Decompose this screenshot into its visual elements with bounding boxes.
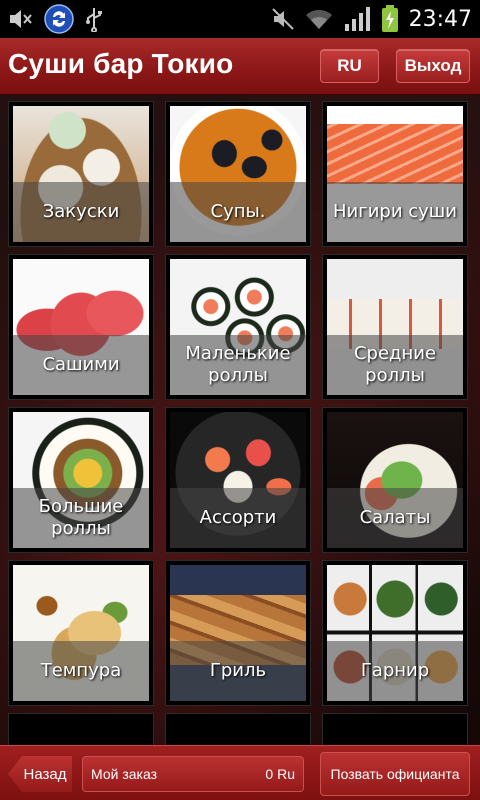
menu-tile-partial	[165, 713, 311, 745]
status-bar: 23:47	[0, 0, 480, 38]
menu-tile-small-rolls[interactable]: Маленькие роллы	[165, 254, 311, 400]
menu-tile-salads[interactable]: Салаты	[322, 407, 468, 553]
mute-icon	[8, 7, 34, 31]
menu-tile-partial	[8, 713, 154, 745]
silent-mode-icon	[271, 7, 295, 31]
exit-button[interactable]: Выход	[396, 49, 470, 83]
usb-icon	[84, 6, 104, 32]
menu-tile-label: Гриль	[170, 641, 306, 701]
menu-tile-appetizers[interactable]: Закуски	[8, 101, 154, 247]
order-total: 0 Ru	[265, 766, 295, 782]
my-order-button[interactable]: Мой заказ 0 Ru	[82, 756, 304, 792]
small-rolls-photo: Маленькие роллы	[170, 259, 306, 395]
language-button[interactable]: RU	[320, 49, 379, 83]
app-header: Суши бар Токио RU Выход	[0, 38, 480, 95]
menu-tile-tempura[interactable]: Темпура	[8, 560, 154, 706]
menu-tile-label: Салаты	[327, 488, 463, 548]
tempura-photo: Темпура	[13, 565, 149, 701]
menu-tile-side-dishes[interactable]: Гарнир	[322, 560, 468, 706]
menu-tile-partial	[322, 713, 468, 745]
menu-tile-assorted[interactable]: Ассорти	[165, 407, 311, 553]
menu-tile-medium-rolls[interactable]: Средние роллы	[322, 254, 468, 400]
menu-tile-label: Закуски	[13, 182, 149, 242]
signal-icon	[343, 6, 371, 32]
menu-tile-label: Большие роллы	[13, 488, 149, 548]
menu-tile-big-rolls[interactable]: Большие роллы	[8, 407, 154, 553]
side-dishes-photo: Гарнир	[327, 565, 463, 701]
mussel-soup-photo: Супы.	[170, 106, 306, 242]
dumplings-photo: Закуски	[13, 106, 149, 242]
menu-tile-label: Маленькие роллы	[170, 335, 306, 395]
medium-rolls-photo: Средние роллы	[327, 259, 463, 395]
page-title: Суши бар Токио	[8, 48, 234, 79]
assorted-sushi-photo: Ассорти	[170, 412, 306, 548]
menu-tile-label: Средние роллы	[327, 335, 463, 395]
menu-tile-label: Темпура	[13, 641, 149, 701]
clock: 23:47	[408, 6, 472, 32]
salad-photo: Салаты	[327, 412, 463, 548]
menu-tile-label: Нигири суши	[327, 182, 463, 242]
menu-tile-label: Сашими	[13, 335, 149, 395]
my-order-label: Мой заказ	[91, 766, 158, 782]
back-button[interactable]: Назад	[8, 756, 72, 792]
menu-tile-label: Супы.	[170, 182, 306, 242]
menu-tile-label: Ассорти	[170, 488, 306, 548]
grill-skewers-photo: Гриль	[170, 565, 306, 701]
bottom-bar: Назад Мой заказ 0 Ru Позвать официанта	[0, 745, 480, 800]
sync-icon	[44, 4, 74, 34]
big-roll-photo: Большие роллы	[13, 412, 149, 548]
wifi-icon	[305, 7, 333, 31]
menu-tile-sashimi[interactable]: Сашими	[8, 254, 154, 400]
menu-tile-nigiri[interactable]: Нигири суши	[322, 101, 468, 247]
tuna-sashimi-photo: Сашими	[13, 259, 149, 395]
menu-tile-label: Гарнир	[327, 641, 463, 701]
menu-tile-grill[interactable]: Гриль	[165, 560, 311, 706]
salmon-nigiri-photo: Нигири суши	[327, 106, 463, 242]
battery-charging-icon	[381, 5, 399, 33]
call-waiter-button[interactable]: Позвать официанта	[320, 752, 470, 796]
menu-grid: Закуски Супы. Нигири суши Сашими Маленьк…	[0, 95, 480, 745]
menu-tile-soups[interactable]: Супы.	[165, 101, 311, 247]
